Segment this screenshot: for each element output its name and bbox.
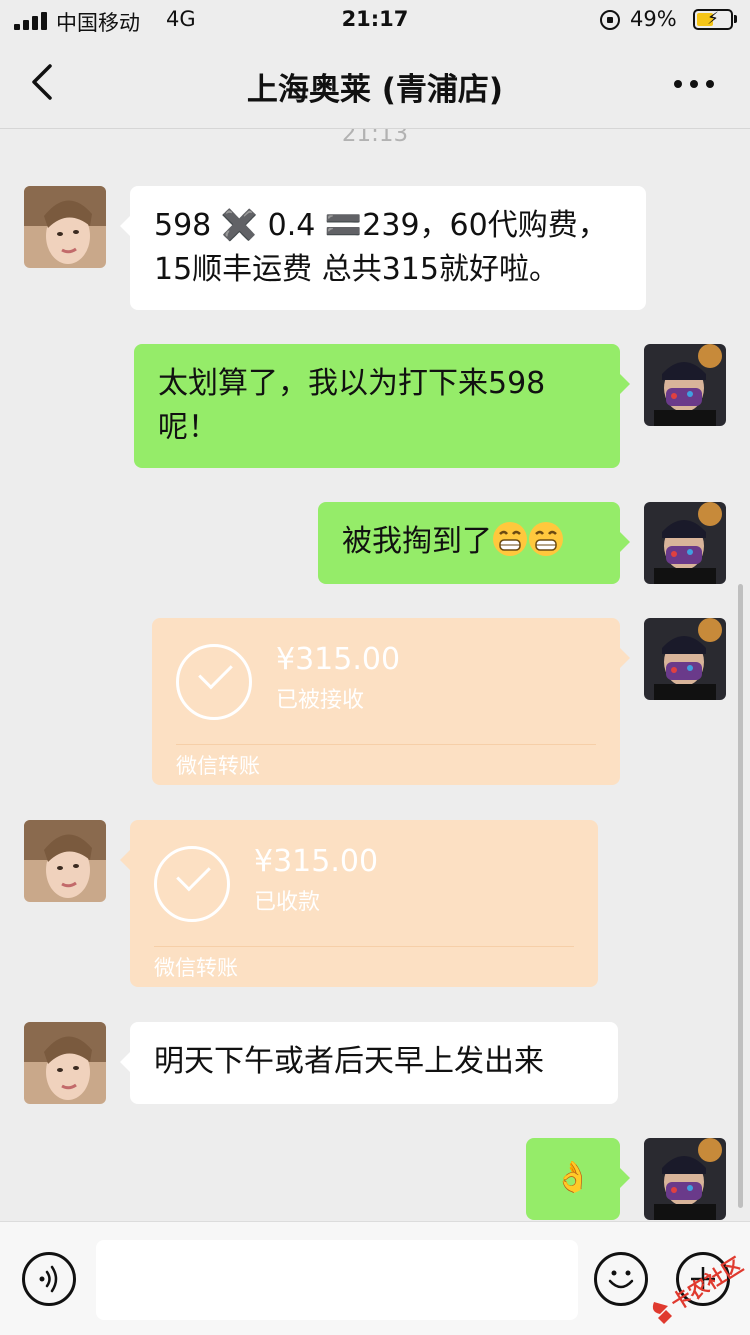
charging-bolt-icon: ⚡ (707, 9, 719, 29)
battery-tip (734, 15, 737, 23)
message-bubble[interactable]: 👌 (526, 1138, 630, 1220)
message-bubble[interactable]: 明天下午或者后天早上发出来 (120, 1022, 618, 1104)
chat-title: 上海奥莱 (青浦店) (246, 72, 504, 108)
transfer-status: 已被接收 (276, 688, 365, 713)
transfer-amount: ¥315.00 (276, 642, 401, 677)
chat-area[interactable]: 21:13 598 ✖️ 0.4 🟰239，60代购费， 15顺丰运费 总共31… (0, 129, 750, 1220)
contact-avatar[interactable] (24, 820, 106, 902)
divider (176, 744, 596, 745)
chat-header: 上海奥莱 (青浦店) (0, 40, 750, 129)
my-avatar[interactable] (644, 344, 726, 426)
status-bar: 中国移动 4G 21:17 49% ⚡ (0, 0, 750, 40)
battery-icon: ⚡ (693, 9, 733, 30)
message-input[interactable] (96, 1240, 578, 1320)
emoji-button[interactable] (594, 1252, 648, 1306)
contact-avatar[interactable] (24, 186, 106, 268)
input-bar (0, 1221, 750, 1335)
checkmark-circle-icon (154, 846, 230, 922)
transfer-card[interactable]: ¥315.00 已被接收 微信转账 (152, 618, 630, 785)
more-button[interactable] (664, 60, 724, 104)
voice-icon (39, 1265, 58, 1293)
more-dots-icon (674, 80, 714, 88)
man-portrait-icon (644, 344, 726, 426)
my-avatar[interactable] (644, 502, 726, 584)
transfer-amount: ¥315.00 (254, 844, 379, 879)
man-portrait-icon (644, 618, 726, 700)
ok-hand-icon: 👌 (554, 1160, 592, 1195)
rotation-lock-icon (600, 10, 620, 30)
message-bubble[interactable]: 太划算了，我以为打下来598 呢！ (134, 344, 630, 468)
message-text: 598 ✖️ 0.4 🟰239，60代购费， (154, 208, 608, 243)
my-avatar[interactable] (644, 618, 726, 700)
grin-face-icon (529, 522, 563, 556)
message-text: 太划算了，我以为打下来598 (158, 366, 546, 401)
message-bubble[interactable]: 598 ✖️ 0.4 🟰239，60代购费， 15顺丰运费 总共315就好啦。 (120, 186, 646, 310)
divider (154, 946, 574, 947)
transfer-status: 已收款 (254, 890, 321, 915)
message-text: 被我掏到了 (342, 524, 492, 559)
woman-portrait-icon (24, 820, 106, 902)
message-text: 明天下午或者后天早上发出来 (154, 1044, 544, 1079)
message-text: 15顺丰运费 总共315就好啦。 (154, 252, 559, 287)
battery-percent: 49% (630, 7, 677, 31)
checkmark-circle-icon (176, 644, 252, 720)
transfer-label: 微信转账 (176, 754, 260, 778)
transfer-card[interactable]: ¥315.00 已收款 微信转账 (120, 820, 598, 987)
message-timestamp: 21:13 (341, 129, 409, 147)
woman-portrait-icon (24, 1022, 106, 1104)
transfer-label: 微信转账 (154, 956, 238, 980)
scrollbar[interactable] (738, 584, 743, 1208)
message-text: 呢！ (158, 410, 218, 445)
my-avatar[interactable] (644, 1138, 726, 1220)
smiley-icon (608, 1270, 634, 1289)
grin-face-icon (493, 522, 527, 556)
man-portrait-icon (644, 502, 726, 584)
woman-portrait-icon (24, 186, 106, 268)
man-portrait-icon (644, 1138, 726, 1220)
contact-avatar[interactable] (24, 1022, 106, 1104)
message-bubble[interactable]: 被我掏到了 (318, 502, 630, 584)
voice-button[interactable] (22, 1252, 76, 1306)
